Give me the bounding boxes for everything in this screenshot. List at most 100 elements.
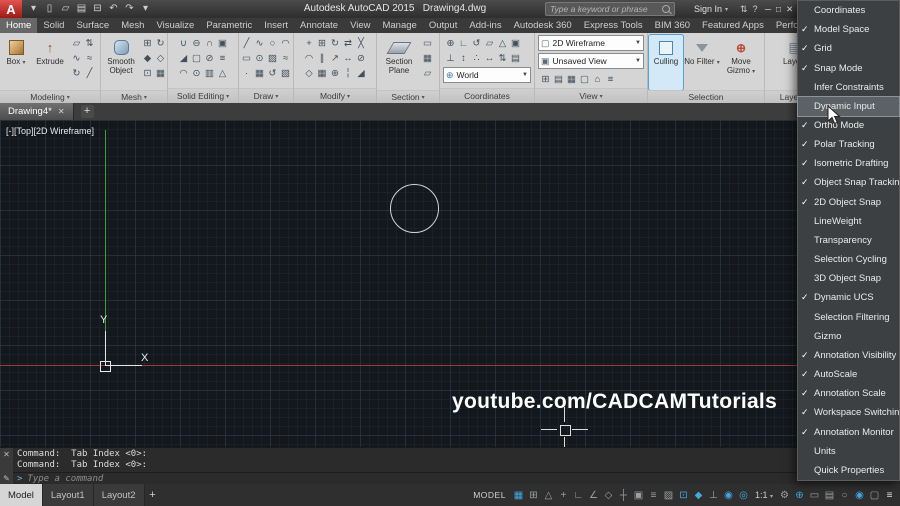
- rectangle-icon[interactable]: ▭: [240, 51, 253, 66]
- help-icon[interactable]: ?: [753, 4, 758, 14]
- spline-icon[interactable]: ≈: [279, 51, 292, 66]
- move-icon[interactable]: +: [303, 36, 316, 51]
- transparency-icon[interactable]: ▨: [661, 486, 676, 504]
- annotation-monitor-icon[interactable]: ⊕: [792, 486, 807, 504]
- ucs-z-axis-icon[interactable]: ↕: [457, 51, 470, 66]
- extrude-button[interactable]: ↑ Extrude: [31, 35, 69, 90]
- menu-item-dynamic-ucs[interactable]: ✓ Dynamic UCS: [798, 288, 899, 307]
- app-menu-arrow-icon[interactable]: ▾: [26, 0, 41, 18]
- search-icon[interactable]: [662, 5, 670, 13]
- arc-icon[interactable]: ◠: [279, 36, 292, 51]
- menu-item-coordinates[interactable]: ✓ Coordinates: [798, 1, 899, 20]
- ucs-object-icon[interactable]: △: [496, 36, 509, 51]
- tab-solid[interactable]: Solid: [37, 18, 70, 33]
- new-drawing-button[interactable]: +: [80, 105, 94, 118]
- refine-mesh-icon[interactable]: ⊡: [141, 66, 154, 81]
- taper-faces-icon[interactable]: ◢: [177, 51, 190, 66]
- object-snap-icon[interactable]: ▣: [631, 486, 646, 504]
- panel-label-modify[interactable]: Modify ▾: [294, 88, 376, 103]
- save-icon[interactable]: ▤: [74, 0, 89, 18]
- tab-home[interactable]: Home: [0, 18, 38, 33]
- tab-annotate[interactable]: Annotate: [294, 18, 344, 33]
- layout-tab-layout1[interactable]: Layout1: [42, 484, 94, 506]
- search-input[interactable]: Type a keyword or phrase: [545, 2, 675, 16]
- smooth-more-icon[interactable]: ◆: [141, 51, 154, 66]
- rotate-icon[interactable]: ↻: [329, 36, 342, 51]
- named-views-icon[interactable]: ▤: [552, 72, 565, 87]
- mirror-icon[interactable]: ⇄: [342, 36, 355, 51]
- menu-item-dynamic-input[interactable]: ✓ Dynamic Input: [797, 95, 900, 117]
- menu-item-selection-filtering[interactable]: ✓ Selection Filtering: [798, 308, 899, 327]
- region-icon[interactable]: ▦: [253, 66, 266, 81]
- menu-item-transparency[interactable]: ✓ Transparency: [798, 231, 899, 250]
- tab-autodesk-360[interactable]: Autodesk 360: [508, 18, 578, 33]
- culling-button[interactable]: Culling: [648, 34, 684, 91]
- menu-item-units[interactable]: ✓ Units: [798, 442, 899, 461]
- section-volume-icon[interactable]: ▦: [421, 51, 434, 66]
- menu-item-workspace-switching[interactable]: ✓ Workspace Switching: [798, 403, 899, 422]
- slice-icon[interactable]: ╱: [83, 66, 96, 81]
- tab-manage[interactable]: Manage: [376, 18, 422, 33]
- live-section-icon[interactable]: ▱: [421, 66, 434, 81]
- workspace-switching-icon[interactable]: ⚙: [777, 486, 792, 504]
- tab-visualize[interactable]: Visualize: [150, 18, 200, 33]
- ucs-dropdown[interactable]: ⊕ World ▼: [443, 67, 531, 83]
- no-filter-button[interactable]: No Filter ▾: [683, 35, 721, 90]
- panel-label-selection[interactable]: Selection: [648, 90, 764, 103]
- close-button[interactable]: ✕: [786, 4, 793, 15]
- array-icon[interactable]: ▦: [316, 66, 329, 81]
- named-ucs-icon[interactable]: ▤: [509, 51, 522, 66]
- revolve-icon[interactable]: ↻: [70, 66, 83, 81]
- menu-item-model-space[interactable]: ✓ Model Space: [798, 20, 899, 39]
- section-boundary-icon[interactable]: ▭: [421, 36, 434, 51]
- doc-tab-drawing4[interactable]: Drawing4* ✕: [0, 103, 74, 120]
- tab-featured-apps[interactable]: Featured Apps: [696, 18, 770, 33]
- graphics-performance-icon[interactable]: ◉: [852, 486, 867, 504]
- menu-item-lineweight[interactable]: ✓ LineWeight: [798, 212, 899, 231]
- ucs-previous-icon[interactable]: ↺: [470, 36, 483, 51]
- ucs-3point-icon[interactable]: ∴: [470, 51, 483, 66]
- menu-item-snap-mode[interactable]: ✓ Snap Mode: [798, 58, 899, 77]
- join-viewport-icon[interactable]: ▢: [578, 72, 591, 87]
- menu-item-annotation-monitor[interactable]: ✓ Annotation Monitor: [798, 422, 899, 441]
- presspull-icon[interactable]: ⇅: [83, 36, 96, 51]
- shell-icon[interactable]: ▢: [190, 51, 203, 66]
- application-menu-button[interactable]: A: [0, 0, 22, 18]
- layout-tab-layout2[interactable]: Layout2: [93, 484, 145, 506]
- ellipse-icon[interactable]: ⊙: [253, 51, 266, 66]
- extrude-faces-icon[interactable]: ▣: [216, 36, 229, 51]
- tab-parametric[interactable]: Parametric: [200, 18, 258, 33]
- undo-icon[interactable]: ↶: [106, 0, 121, 18]
- edge-mesh-icon[interactable]: ▦: [154, 66, 167, 81]
- snap-mode-icon[interactable]: ⊞: [526, 486, 541, 504]
- grid-toggle-icon[interactable]: ▦: [511, 486, 526, 504]
- smooth-less-icon[interactable]: ◇: [154, 51, 167, 66]
- ucs-y-rotate-icon[interactable]: ⇅: [496, 51, 509, 66]
- ucs-world-icon[interactable]: ⊕: [444, 36, 457, 51]
- ucs-face-icon[interactable]: ▱: [483, 36, 496, 51]
- menu-item-2d-object-snap[interactable]: ✓ 2D Object Snap: [798, 193, 899, 212]
- isolate-objects-icon[interactable]: ○: [837, 486, 852, 504]
- gradient-icon[interactable]: ▧: [279, 66, 292, 81]
- visual-style-dropdown[interactable]: ▢ 2D Wireframe ▼: [538, 35, 644, 51]
- union-icon[interactable]: ∪: [177, 36, 190, 51]
- tab-bim-360[interactable]: BIM 360: [649, 18, 696, 33]
- model-space-indicator[interactable]: MODEL: [473, 490, 506, 500]
- layout-tab-model[interactable]: Model: [0, 484, 43, 506]
- menu-item-object-snap-tracking[interactable]: ✓ Object Snap Tracking: [798, 173, 899, 192]
- minimize-button[interactable]: ─: [765, 4, 771, 14]
- lineweight-icon[interactable]: ≡: [646, 486, 661, 504]
- line-icon[interactable]: ╱: [240, 36, 253, 51]
- polyline-icon[interactable]: ∿: [253, 36, 266, 51]
- box-button[interactable]: Box ▾: [1, 35, 31, 90]
- panel-label-coordinates[interactable]: Coordinates: [440, 88, 534, 103]
- isometric-drafting-icon[interactable]: ◇: [601, 486, 616, 504]
- helix-icon[interactable]: ↺: [266, 66, 279, 81]
- infer-constraints-icon[interactable]: △: [541, 486, 556, 504]
- ortho-mode-icon[interactable]: ∟: [571, 486, 586, 504]
- panel-label-draw[interactable]: Draw ▾: [239, 88, 293, 103]
- menu-item-grid[interactable]: ✓ Grid: [798, 39, 899, 58]
- fillet-edge-icon[interactable]: ◠: [177, 66, 190, 81]
- panel-label-mesh[interactable]: Mesh ▾: [101, 90, 167, 103]
- circle-icon[interactable]: ○: [266, 36, 279, 51]
